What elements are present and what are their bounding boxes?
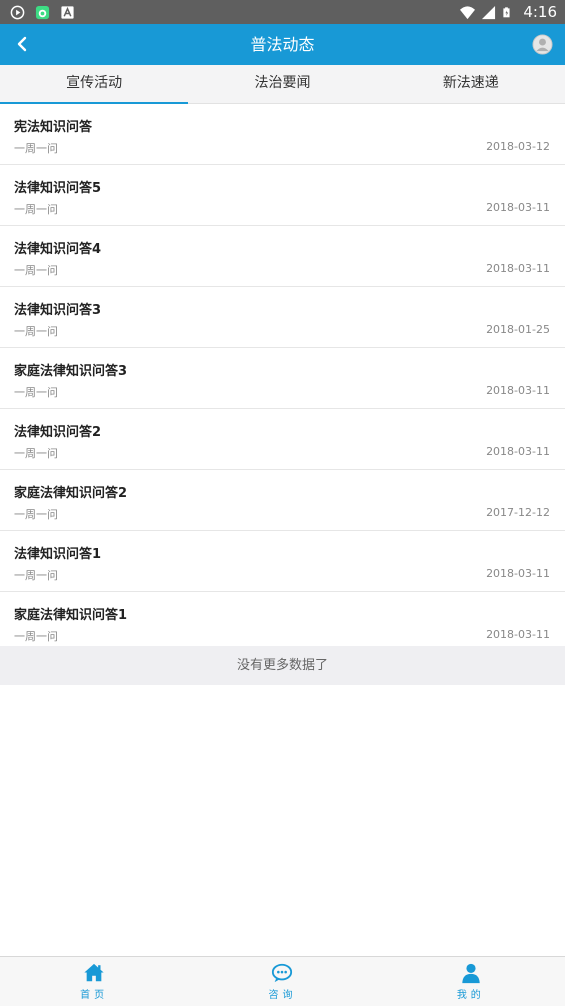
a-icon xyxy=(61,5,74,19)
user-icon xyxy=(462,963,480,984)
item-category: 一周一问 xyxy=(14,386,58,399)
nav-home-label: 首页 xyxy=(80,990,109,1001)
item-category: 一周一问 xyxy=(14,203,58,216)
nav-mine[interactable]: 我的 xyxy=(377,957,565,1006)
item-title: 法律知识问答2 xyxy=(14,425,102,440)
item-date: 2018-03-11 xyxy=(486,445,550,458)
bottom-nav: 首页 咨询 我的 xyxy=(0,956,565,1006)
nav-mine-label: 我的 xyxy=(456,990,485,1001)
nav-home[interactable]: 首页 xyxy=(0,957,188,1006)
item-date: 2018-03-11 xyxy=(486,628,550,641)
user-avatar-icon[interactable] xyxy=(532,34,553,55)
tab-legal-news[interactable]: 法治要闻 xyxy=(188,65,376,103)
item-title: 法律知识问答5 xyxy=(14,181,102,196)
app-bar: 普法动态 xyxy=(0,24,565,65)
item-date: 2018-03-12 xyxy=(486,140,550,153)
item-title: 法律知识问答3 xyxy=(14,303,102,318)
item-title: 家庭法律知识问答1 xyxy=(14,608,128,623)
no-more-data-label: 没有更多数据了 xyxy=(0,646,565,685)
wifi-icon xyxy=(460,5,476,19)
item-category: 一周一问 xyxy=(14,508,58,521)
item-date: 2017-12-12 xyxy=(486,506,550,519)
item-title: 法律知识问答1 xyxy=(14,547,102,562)
tab-new-laws[interactable]: 新法速递 xyxy=(377,65,565,103)
list-item[interactable]: 法律知识问答5 一周一问 2018-03-11 xyxy=(0,165,565,226)
item-date: 2018-03-11 xyxy=(486,384,550,397)
page-title: 普法动态 xyxy=(250,35,315,54)
item-category: 一周一问 xyxy=(14,447,58,460)
item-title: 家庭法律知识问答2 xyxy=(14,486,128,501)
item-date: 2018-03-11 xyxy=(486,567,550,580)
article-list: 宪法知识问答 一周一问 2018-03-12 法律知识问答5 一周一问 2018… xyxy=(0,104,565,653)
list-item[interactable]: 法律知识问答1 一周一问 2018-03-11 xyxy=(0,531,565,592)
item-title: 宪法知识问答 xyxy=(14,120,93,135)
list-item[interactable]: 宪法知识问答 一周一问 2018-03-12 xyxy=(0,104,565,165)
signal-icon xyxy=(482,5,496,19)
nav-consult-label: 咨询 xyxy=(268,990,297,1001)
play-circle-icon xyxy=(10,5,25,19)
item-category: 一周一问 xyxy=(14,142,58,155)
item-date: 2018-03-11 xyxy=(486,201,550,214)
item-title: 法律知识问答4 xyxy=(14,242,102,257)
android-icon xyxy=(35,5,50,19)
item-category: 一周一问 xyxy=(14,264,58,277)
item-category: 一周一问 xyxy=(14,630,58,643)
chat-bubble-icon xyxy=(272,963,293,983)
list-item[interactable]: 法律知识问答3 一周一问 2018-01-25 xyxy=(0,287,565,348)
list-item[interactable]: 家庭法律知识问答3 一周一问 2018-03-11 xyxy=(0,348,565,409)
item-category: 一周一问 xyxy=(14,569,58,582)
list-item[interactable]: 法律知识问答4 一周一问 2018-03-11 xyxy=(0,226,565,287)
list-item[interactable]: 家庭法律知识问答2 一周一问 2017-12-12 xyxy=(0,470,565,531)
list-item[interactable]: 家庭法律知识问答1 一周一问 2018-03-11 xyxy=(0,592,565,653)
item-date: 2018-01-25 xyxy=(486,323,550,336)
tab-bar: 宣传活动 法治要闻 新法速递 xyxy=(0,65,565,104)
home-icon xyxy=(84,963,104,982)
list-item[interactable]: 法律知识问答2 一周一问 2018-03-11 xyxy=(0,409,565,470)
status-time: 4:16 xyxy=(523,3,557,21)
item-category: 一周一问 xyxy=(14,325,58,338)
battery-icon xyxy=(503,6,510,17)
nav-consult[interactable]: 咨询 xyxy=(188,957,376,1006)
item-title: 家庭法律知识问答3 xyxy=(14,364,128,379)
tab-publicity[interactable]: 宣传活动 xyxy=(0,65,189,104)
item-date: 2018-03-11 xyxy=(486,262,550,275)
status-bar: 4:16 xyxy=(0,0,565,24)
